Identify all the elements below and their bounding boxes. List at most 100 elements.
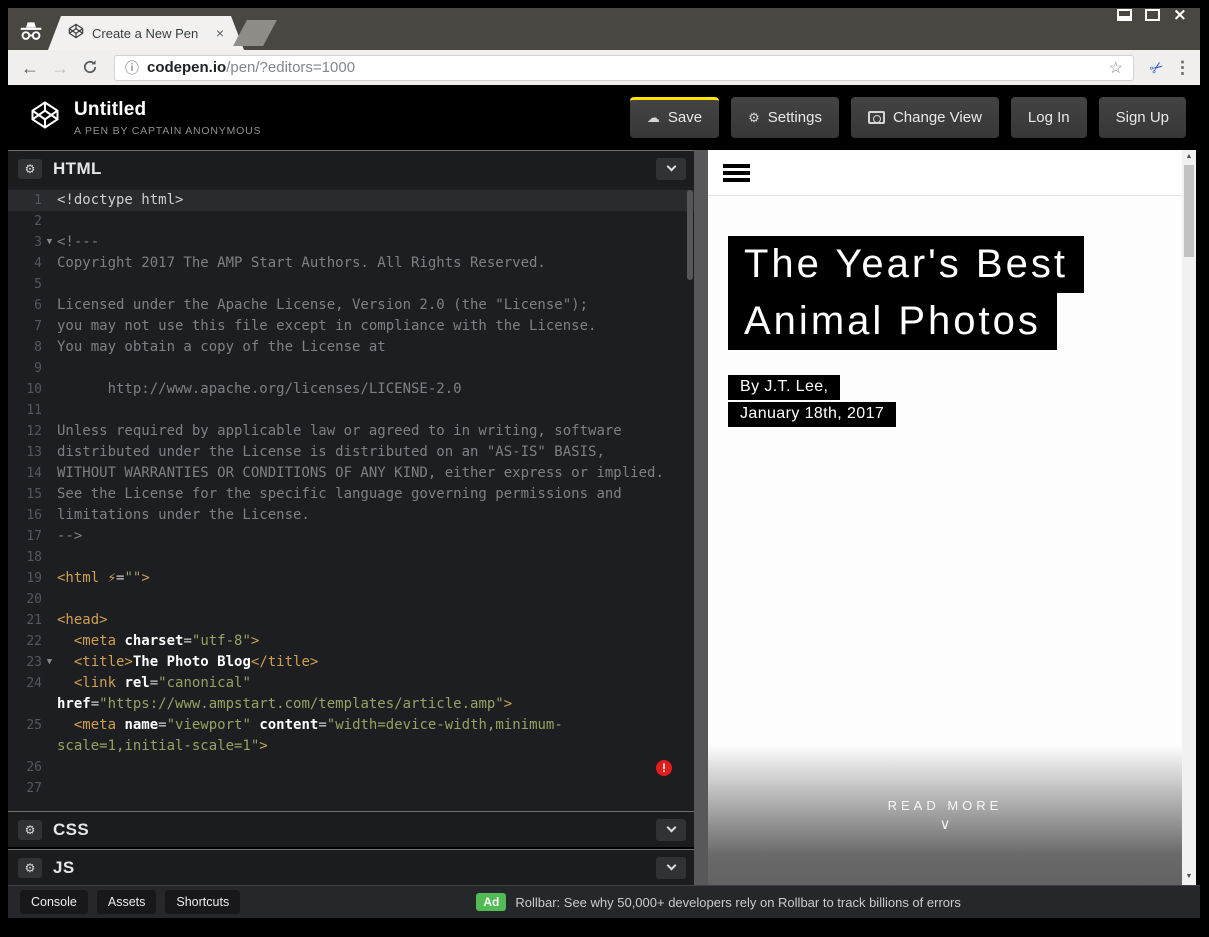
code-row[interactable]: 20 [8,589,694,610]
new-tab-button[interactable] [233,20,277,46]
settings-button-label: Settings [768,109,822,126]
minimize-button-icon[interactable] [1117,9,1132,21]
reload-icon[interactable] [78,55,102,81]
browser-menu-icon[interactable]: ⋮ [1174,58,1190,78]
code-row[interactable]: 13distributed under the License is distr… [8,442,694,463]
back-icon[interactable]: ← [18,56,42,80]
code-line-text: http://www.apache.org/licenses/LICENSE-2… [57,379,462,400]
code-row[interactable]: 14WITHOUT WARRANTIES OR CONDITIONS OF AN… [8,463,694,484]
html-code-lines: 1<!doctype html>23▼<!---4Copyright 2017 … [8,190,694,799]
log-in-button[interactable]: Log In [1011,97,1087,138]
address-bar[interactable]: ⓘ codepen.io/pen/?editors=1000 ☆ [114,55,1134,81]
footer-ad[interactable]: Ad Rollbar: See why 50,000+ developers r… [476,893,960,911]
fold-arrow-icon[interactable]: ▼ [42,652,57,673]
codepen-page: Untitled A PEN BY CAPTAIN ANONYMOUS ☁ Sa… [8,85,1200,918]
code-row[interactable]: href="https://www.ampstart.com/templates… [8,694,694,715]
code-line-text: href="https://www.ampstart.com/templates… [57,694,512,715]
line-number: 1 [8,190,42,211]
read-more-link[interactable]: READ MORE [888,798,1003,813]
fold-arrow-icon[interactable]: ▼ [42,232,57,253]
code-row[interactable]: 11 [8,400,694,421]
code-line-text: Copyright 2017 The AMP Start Authors. Al… [57,253,546,274]
sign-up-button[interactable]: Sign Up [1099,97,1186,138]
code-row[interactable]: 6Licensed under the Apache License, Vers… [8,295,694,316]
editors-column: ⚙ HTML 1<!doctype html>23▼<!---4Copyrigh… [8,150,694,885]
read-more-overlay: READ MORE ∨ [708,745,1182,885]
code-row[interactable]: 10 http://www.apache.org/licenses/LICENS… [8,379,694,400]
scroll-up-arrow-icon[interactable]: ▲ [1182,153,1196,160]
incognito-icon [14,14,48,48]
html-panel-collapse-button[interactable] [656,158,686,180]
save-button[interactable]: ☁ Save [630,97,719,138]
code-row[interactable]: 24 <link rel="canonical" [8,673,694,694]
html-code-editor[interactable]: 1<!doctype html>23▼<!---4Copyright 2017 … [8,186,694,811]
preview-site-header [708,150,1182,196]
code-row[interactable]: 12Unless required by applicable law or a… [8,421,694,442]
change-view-button[interactable]: Change View [851,97,999,138]
code-row[interactable]: 3▼<!--- [8,232,694,253]
code-row[interactable]: 2 [8,211,694,232]
html-panel-header: ⚙ HTML [8,150,694,186]
code-row[interactable]: 16limitations under the License. [8,505,694,526]
maximize-button-icon[interactable] [1145,9,1160,21]
code-row[interactable]: 26! [8,757,694,778]
code-row[interactable]: 22 <meta charset="utf-8"> [8,631,694,652]
editor-footer: Console Assets Shortcuts Ad Rollbar: See… [8,885,1200,918]
site-info-icon[interactable]: ⓘ [125,58,139,78]
preview-scrollbar[interactable]: ▲ ▼ [1182,150,1196,885]
close-window-icon[interactable]: × [1173,9,1187,21]
console-button[interactable]: Console [20,890,88,914]
code-row[interactable]: 8You may obtain a copy of the License at [8,337,694,358]
editor-scrollbar-thumb[interactable] [687,190,693,280]
ad-text[interactable]: Rollbar: See why 50,000+ developers rely… [515,895,960,910]
html-panel-gear-icon[interactable]: ⚙ [18,159,42,179]
css-panel-label: CSS [53,820,89,840]
code-row[interactable]: 21<head> [8,610,694,631]
code-row[interactable]: 19<html ⚡=""> [8,568,694,589]
code-row[interactable]: 7you may not use this file except in com… [8,316,694,337]
browser-tab[interactable]: Create a New Pen × [48,16,244,50]
browser-window: Create a New Pen × ← → ⓘ codepen.io/pen/… [8,8,1200,918]
js-panel-collapse-button[interactable] [656,857,686,879]
code-row[interactable]: 27 [8,778,694,799]
error-icon[interactable]: ! [656,760,672,776]
article-title-line2: Animal Photos [728,293,1057,350]
code-row[interactable]: 17--> [8,526,694,547]
ad-badge: Ad [476,893,506,911]
code-row[interactable]: 25 <meta name="viewport" content="width=… [8,715,694,736]
settings-button[interactable]: ⚙ Settings [731,97,839,138]
preview-scrollbar-thumb[interactable] [1184,165,1194,257]
line-number: 9 [8,358,42,379]
extension-scissors-icon[interactable]: ✂ [1142,53,1171,82]
forward-icon[interactable]: → [48,56,72,80]
code-row[interactable]: scale=1,initial-scale=1"> [8,736,694,757]
assets-button[interactable]: Assets [97,890,157,914]
code-row[interactable]: 23▼ <title>The Photo Blog</title> [8,652,694,673]
editors-preview-resize-handle[interactable] [694,150,708,885]
code-row[interactable]: 18 [8,547,694,568]
codepen-logo-icon[interactable] [30,100,60,135]
shortcuts-button[interactable]: Shortcuts [165,890,240,914]
js-panel-gear-icon[interactable]: ⚙ [18,858,42,878]
code-line-text: WITHOUT WARRANTIES OR CONDITIONS OF ANY … [57,463,664,484]
code-line-text: <title>The Photo Blog</title> [57,652,318,673]
hamburger-menu-icon[interactable] [723,164,750,182]
line-number: 5 [8,274,42,295]
url-text: codepen.io/pen/?editors=1000 [147,59,1101,76]
code-row[interactable]: 5 [8,274,694,295]
code-row[interactable]: 4Copyright 2017 The AMP Start Authors. A… [8,253,694,274]
header-buttons: ☁ Save ⚙ Settings Change View Log In Sig… [630,97,1186,138]
line-number: 16 [8,505,42,526]
scroll-down-arrow-icon[interactable]: ▼ [1182,873,1196,880]
read-more-chevron-icon[interactable]: ∨ [940,815,951,833]
code-row[interactable]: 15See the License for the specific langu… [8,484,694,505]
bookmark-star-icon[interactable]: ☆ [1109,58,1123,78]
code-row[interactable]: 1<!doctype html> [8,190,694,211]
code-line-text: scale=1,initial-scale=1"> [57,736,268,757]
cloud-icon: ☁ [647,110,660,126]
tab-close-icon[interactable]: × [216,26,224,40]
code-row[interactable]: 9 [8,358,694,379]
line-number: 11 [8,400,42,421]
css-panel-collapse-button[interactable] [656,819,686,841]
css-panel-gear-icon[interactable]: ⚙ [18,820,42,840]
